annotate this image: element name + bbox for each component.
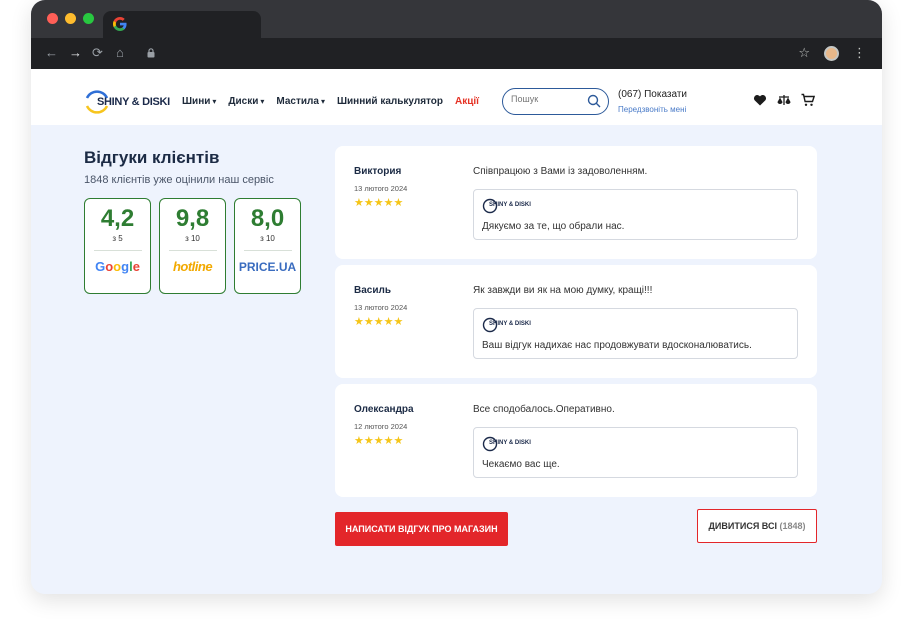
chevron-down-icon: ▾ <box>212 97 217 106</box>
profile-avatar[interactable] <box>824 45 839 61</box>
main-menu: Шини ▾ Диски ▾ Мастила ▾ Шинний калькулятор… <box>182 96 479 107</box>
score-scale: з 10 <box>260 234 275 243</box>
page-content: SHINY & DISKI Шини ▾ Диски ▾ Мастила ▾ Шинн… <box>31 69 882 594</box>
more-menu-icon[interactable]: ⋮ <box>853 45 866 61</box>
search-icon[interactable] <box>587 94 601 108</box>
reviewer-name: Олександра <box>354 404 414 415</box>
minimize-window-button[interactable] <box>65 13 76 24</box>
tab-bar <box>31 0 882 38</box>
site-logo[interactable]: SHINY & DISKI <box>83 88 175 116</box>
review-text: Співпрацюю з Вами із задоволенням. <box>473 166 648 177</box>
score-value: 8,0 <box>250 205 285 232</box>
home-icon[interactable]: ⌂ <box>116 45 124 61</box>
review-card: Олександра 12 лютого 2024 ★★★★★ Все спод… <box>335 384 817 497</box>
store-reply: SHINY & DISKI Дякуємо за те, що обрали н… <box>473 189 798 240</box>
reply-logo-text: SHINY & DISKI <box>489 202 531 208</box>
callback-link[interactable]: Передзвоніть мені <box>618 105 686 114</box>
reply-logo: SHINY & DISKI <box>482 317 542 333</box>
menu-item-lubricants[interactable]: Мастила ▾ <box>276 96 325 107</box>
reviewer-name: Василь <box>354 285 391 296</box>
forward-arrow-icon[interactable]: → <box>69 45 82 61</box>
site-header: SHINY & DISKI Шини ▾ Диски ▾ Мастила ▾ Шинн… <box>31 69 882 125</box>
reply-logo: SHINY & DISKI <box>482 198 542 214</box>
reply-logo-text: SHINY & DISKI <box>489 440 531 446</box>
reviews-subtitle: 1848 клієнтів уже оцінили наш сервіс <box>84 174 274 186</box>
browser-window: ← → ⟳ ⌂ ☆ ⋮ SHINY & DISKI Шини ▾ Диски ▾ М… <box>31 0 882 594</box>
review-text: Все сподобалось.Оперативно. <box>473 404 615 415</box>
phone-number[interactable]: (067) Показати <box>618 89 687 100</box>
hotline-logo: hotline <box>172 259 213 274</box>
reply-text: Чекаємо вас ще. <box>482 459 560 470</box>
score-value: 9,8 <box>175 205 210 232</box>
address-bar: ← → ⟳ ⌂ ☆ ⋮ <box>31 38 882 69</box>
store-reply: SHINY & DISKI Чекаємо вас ще. <box>473 427 798 478</box>
browser-actions: ☆ ⋮ <box>798 45 866 61</box>
reply-logo: SHINY & DISKI <box>482 436 542 452</box>
score-scale: з 10 <box>185 234 200 243</box>
menu-item-label: Мастила <box>276 96 319 107</box>
reload-icon[interactable]: ⟳ <box>92 45 103 61</box>
menu-item-wheels[interactable]: Диски ▾ <box>228 96 264 107</box>
review-card: Виктория 13 лютого 2024 ★★★★★ Співпрацюю… <box>335 146 817 259</box>
review-text: Як завжди ви як на мою думку, кращі!!! <box>473 285 653 296</box>
divider <box>168 250 217 251</box>
divider <box>243 250 292 251</box>
review-count: (1848) <box>779 521 806 531</box>
google-favicon-icon <box>113 17 127 31</box>
search-box <box>502 88 609 115</box>
logo-text: SHINY & DISKI <box>97 96 170 108</box>
search-input[interactable] <box>511 94 581 104</box>
menu-item-tires[interactable]: Шини ▾ <box>182 96 216 107</box>
reply-logo-text: SHINY & DISKI <box>489 321 531 327</box>
chevron-down-icon: ▾ <box>260 97 265 106</box>
star-rating: ★★★★★ <box>354 197 404 209</box>
score-card-hotline[interactable]: 9,8 з 10 hotline <box>159 198 226 294</box>
view-all-label: ДИВИТИСЯ ВСІ <box>708 521 777 531</box>
score-scale: з 5 <box>112 234 123 243</box>
maximize-window-button[interactable] <box>83 13 94 24</box>
chevron-down-icon: ▾ <box>320 97 325 106</box>
reply-text: Ваш відгук надихає нас продовжувати вдос… <box>482 340 752 351</box>
header-icons <box>753 93 815 107</box>
reply-text: Дякуємо за те, що обрали нас. <box>482 221 625 232</box>
review-date: 12 лютого 2024 <box>354 422 408 431</box>
review-date: 13 лютого 2024 <box>354 184 408 193</box>
star-rating: ★★★★★ <box>354 316 404 328</box>
view-all-reviews-button[interactable]: ДИВИТИСЯ ВСІ (1848) <box>697 509 817 543</box>
menu-item-label: Шини <box>182 96 211 107</box>
store-reply: SHINY & DISKI Ваш відгук надихає нас про… <box>473 308 798 359</box>
review-date: 13 лютого 2024 <box>354 303 408 312</box>
menu-item-label: Диски <box>228 96 259 107</box>
review-card: Василь 13 лютого 2024 ★★★★★ Як завжди ви… <box>335 265 817 378</box>
reviewer-name: Виктория <box>354 166 402 177</box>
bookmark-star-icon[interactable]: ☆ <box>798 45 810 61</box>
back-arrow-icon[interactable]: ← <box>45 45 58 61</box>
reviews-title: Відгуки клієнтів <box>84 148 220 167</box>
compare-icon[interactable] <box>777 93 791 107</box>
lock-icon[interactable] <box>147 48 155 58</box>
window-controls <box>47 13 94 24</box>
score-value: 4,2 <box>100 205 135 232</box>
score-card-priceua[interactable]: 8,0 з 10 PRICE.UA <box>234 198 301 294</box>
menu-item-tire-calculator[interactable]: Шинний калькулятор <box>337 96 443 107</box>
divider <box>93 250 142 251</box>
close-window-button[interactable] <box>47 13 58 24</box>
priceua-logo: PRICE.UA <box>238 260 297 274</box>
write-review-button[interactable]: НАПИСАТИ ВІДГУК ПРО МАГАЗИН <box>335 512 508 546</box>
heart-icon[interactable] <box>753 93 767 107</box>
cart-icon[interactable] <box>801 93 815 107</box>
browser-tab[interactable] <box>103 11 261 38</box>
score-card-google[interactable]: 4,2 з 5 Google <box>84 198 151 294</box>
menu-item-promotions[interactable]: Акції <box>455 96 479 107</box>
google-logo: Google <box>95 259 140 274</box>
star-rating: ★★★★★ <box>354 435 404 447</box>
